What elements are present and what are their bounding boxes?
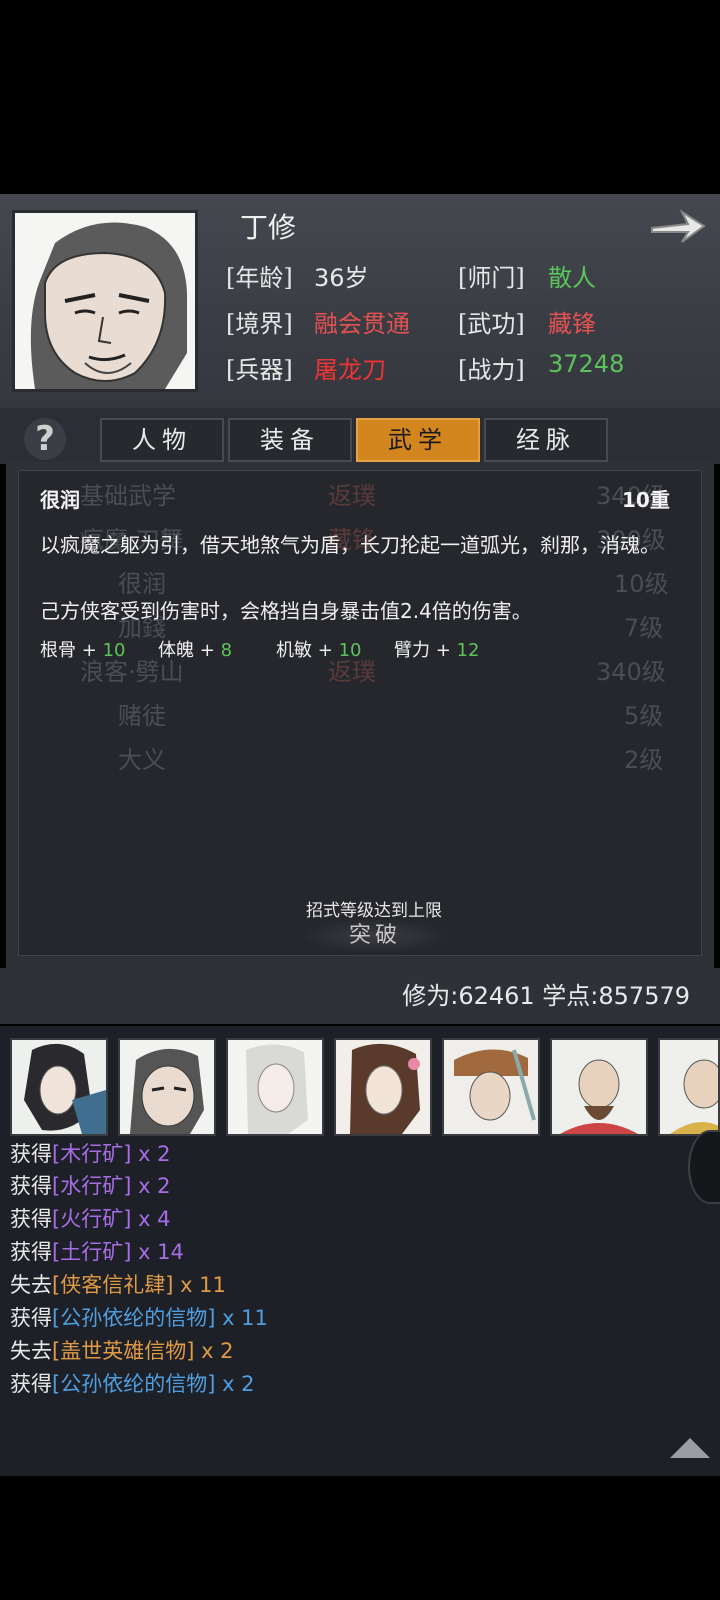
tab-martial-arts[interactable]: 武学	[356, 418, 480, 462]
skill-level: 340级	[596, 658, 666, 686]
character-portrait	[12, 210, 198, 392]
sect-value: 散人	[548, 264, 596, 292]
skill-value: 藏锋	[548, 310, 596, 338]
tab-equipment[interactable]: 装备	[228, 418, 352, 462]
hero-card[interactable]	[10, 1038, 108, 1136]
skill-level: 10级	[614, 570, 669, 598]
hero-card[interactable]	[334, 1038, 432, 1136]
realm-value: 融会贯通	[314, 310, 410, 338]
hero-card[interactable]	[226, 1038, 324, 1136]
attr-bonus: 臂力 + 12	[394, 640, 480, 661]
cultivation-points: 修为:62461 学点:857579	[402, 982, 690, 1010]
log-line: 失去[盖世英雄信物] x 2	[10, 1339, 234, 1363]
log-line: 失去[侠客信礼肆] x 11	[10, 1273, 226, 1297]
realm-label: [境界]	[226, 310, 293, 338]
hero-card[interactable]	[550, 1038, 648, 1136]
help-icon[interactable]: ?	[24, 418, 66, 460]
skill-level: 2级	[624, 746, 664, 774]
tab-meridians[interactable]: 经脉	[484, 418, 608, 462]
character-name: 丁修	[240, 211, 297, 244]
power-label: [战力]	[458, 356, 525, 384]
arrow-right-icon[interactable]	[648, 206, 708, 246]
skill-name[interactable]: 大义	[118, 740, 166, 775]
age-value: 36岁	[314, 264, 369, 292]
hero-card[interactable]	[118, 1038, 216, 1136]
tooltip-effect: 己方侠客受到伤害时，会格挡自身暴击值2.4倍的伤害。	[40, 599, 532, 623]
breakthrough-button[interactable]: 突破	[300, 918, 450, 954]
skill-tag: 返璞	[328, 482, 376, 510]
log-line: 获得[土行矿] x 14	[10, 1240, 184, 1264]
tooltip-description: 以疯魔之躯为引，借天地煞气为盾，长刀抡起一道弧光，刹那，消魂。	[40, 533, 660, 557]
hero-card[interactable]	[658, 1038, 720, 1136]
weapon-value: 屠龙刀	[314, 356, 386, 384]
attr-bonus: 根骨 + 10	[40, 640, 126, 661]
log-line: 获得[公孙依纶的信物] x 11	[10, 1306, 268, 1330]
log-line: 获得[水行矿] x 2	[10, 1174, 171, 1198]
skill-label: [武功]	[458, 310, 525, 338]
age-label: [年龄]	[226, 264, 293, 292]
hero-card[interactable]	[442, 1038, 540, 1136]
skill-name[interactable]: 赌徒	[118, 696, 166, 731]
tooltip-level: 10重	[622, 488, 670, 512]
scroll-up-icon[interactable]	[668, 1436, 712, 1460]
attr-bonus: 机敏 + 10	[276, 640, 362, 661]
power-value: 37248	[548, 350, 625, 378]
attr-bonus: 体魄 + 8	[158, 640, 233, 661]
skill-name[interactable]: 基础武学	[80, 476, 176, 511]
sect-label: [师门]	[458, 264, 525, 292]
skill-level: 5级	[624, 702, 664, 730]
log-line: 获得[木行矿] x 2	[10, 1142, 171, 1166]
skill-name[interactable]: 很润	[118, 564, 166, 599]
log-line: 获得[公孙依纶的信物] x 2	[10, 1372, 255, 1396]
weapon-label: [兵器]	[226, 356, 293, 384]
log-line: 获得[火行矿] x 4	[10, 1207, 171, 1231]
tab-character[interactable]: 人物	[100, 418, 224, 462]
tooltip-title: 很润	[40, 488, 80, 512]
